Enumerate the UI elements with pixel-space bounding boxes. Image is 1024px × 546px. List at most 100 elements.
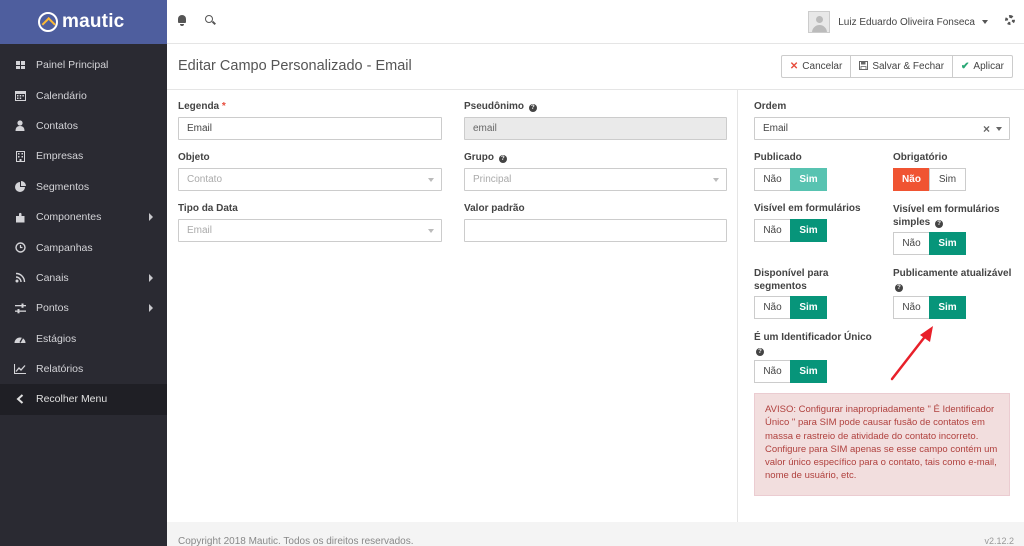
disponivel-segmentos-no[interactable]: Não (754, 296, 791, 319)
sidebar-item-estagios[interactable]: Estágios (0, 324, 167, 354)
gear-icon[interactable] (1005, 15, 1015, 25)
line-chart-icon (14, 363, 26, 375)
user-menu[interactable]: Luiz Eduardo Oliveira Fonseca (808, 11, 988, 33)
disponivel-segmentos-yes[interactable]: Sim (790, 296, 827, 319)
pseudonimo-label: Pseudônimo ? (464, 101, 537, 112)
sliders-icon (14, 302, 26, 314)
pseudonimo-value: email (473, 123, 497, 134)
sidebar-item-calendario[interactable]: Calendário (0, 80, 167, 110)
legenda-input[interactable]: Email (178, 117, 442, 140)
help-icon[interactable]: ? (528, 104, 537, 112)
help-icon[interactable]: ? (895, 284, 903, 292)
apply-button-label: Aplicar (973, 61, 1004, 72)
sidebar-nav: Painel Principal Calendário Contatos Emp… (0, 44, 167, 415)
visivel-formularios-simples-yes[interactable]: Sim (929, 232, 966, 255)
visivel-formularios-simples-label-text: Visível em formulários simples (893, 204, 1000, 228)
pseudonimo-label-text: Pseudônimo (464, 101, 525, 112)
caret-down-icon (982, 20, 988, 24)
help-icon[interactable]: ? (935, 220, 944, 228)
visivel-formularios-label: Visível em formulários (754, 203, 861, 214)
publicado-no[interactable]: Não (754, 168, 791, 191)
obrigatorio-yes[interactable]: Sim (929, 168, 966, 191)
sidebar-item-painel-principal[interactable]: Painel Principal (0, 50, 167, 80)
chevron-left-icon (14, 393, 26, 405)
sidebar-item-label: Contatos (36, 119, 79, 132)
sidebar-item-canais[interactable]: Canais (0, 263, 167, 293)
user-name: Luiz Eduardo Oliveira Fonseca (838, 16, 975, 28)
grupo-label: Grupo ? (464, 152, 507, 163)
sidebar-item-label: Estágios (36, 332, 77, 345)
close-icon: ✕ (789, 61, 799, 72)
sidebar-item-campanhas[interactable]: Campanhas (0, 232, 167, 262)
sidebar-item-componentes[interactable]: Componentes (0, 202, 167, 232)
sidebar-item-relatorios[interactable]: Relatórios (0, 354, 167, 384)
sidebar-item-label: Componentes (36, 211, 102, 224)
chevron-right-icon (149, 273, 153, 282)
objeto-label-text: Objeto (178, 152, 210, 163)
required-mark: * (221, 101, 226, 112)
visivel-formularios-yes[interactable]: Sim (790, 219, 827, 242)
cancel-button-label: Cancelar (802, 61, 843, 72)
publicado-yes[interactable]: Sim (790, 168, 827, 191)
mautic-logo-icon (38, 12, 58, 32)
disponivel-segmentos-label-text: Disponível para segmentos (754, 268, 829, 292)
disponivel-segmentos-label: Disponível para segmentos (754, 267, 844, 293)
publicado-label: Publicado (754, 152, 802, 163)
caret-down-icon (428, 178, 434, 182)
ordem-select[interactable]: Email × (754, 117, 1010, 140)
publicado-label-text: Publicado (754, 152, 802, 163)
clear-icon[interactable]: × (983, 122, 990, 136)
caret-down-icon (428, 229, 434, 233)
visivel-formularios-no[interactable]: Não (754, 219, 791, 242)
sidebar-item-label: Calendário (36, 89, 87, 102)
objeto-value: Contato (187, 174, 223, 185)
ordem-label: Ordem (754, 101, 786, 112)
avatar (808, 11, 831, 33)
tachometer-icon (14, 333, 26, 345)
toolbar: ✕ Cancelar Salvar & Fechar ✔ Aplicar (780, 55, 1013, 78)
disponivel-segmentos-toggle: Não Sim (754, 296, 827, 319)
puzzle-icon (14, 211, 26, 223)
search-icon[interactable] (205, 15, 215, 25)
notifications-bell-icon[interactable] (177, 15, 187, 26)
unique-identifier-warning: AVISO: Configurar inapropriadamente " É … (754, 393, 1010, 496)
visivel-formularios-simples-no[interactable]: Não (893, 232, 930, 255)
check-icon: ✔ (961, 61, 970, 72)
sidebar-item-label: Painel Principal (36, 59, 109, 72)
pseudonimo-input: email (464, 117, 727, 140)
publicamente-atualizavel-no[interactable]: Não (893, 296, 930, 319)
legenda-label: Legenda * (178, 101, 226, 112)
top-navbar: Luiz Eduardo Oliveira Fonseca (167, 0, 1024, 44)
publicamente-atualizavel-label-text: Publicamente atualizável (893, 268, 1012, 279)
help-icon[interactable]: ? (498, 155, 507, 163)
page-title: Editar Campo Personalizado - Email (178, 58, 412, 74)
sidebar-item-segmentos[interactable]: Segmentos (0, 172, 167, 202)
obrigatorio-label-text: Obrigatório (893, 152, 948, 163)
obrigatorio-no[interactable]: Não (893, 168, 930, 191)
apply-button[interactable]: ✔ Aplicar (952, 55, 1013, 78)
brand-name: mautic (62, 11, 125, 32)
save-close-button[interactable]: Salvar & Fechar (850, 55, 954, 78)
sidebar-item-empresas[interactable]: Empresas (0, 141, 167, 171)
cancel-button[interactable]: ✕ Cancelar (780, 55, 852, 78)
identificador-unico-no[interactable]: Não (754, 360, 791, 383)
identificador-unico-toggle: Não Sim (754, 360, 827, 383)
valor-padrao-label-text: Valor padrão (464, 203, 525, 214)
publicamente-atualizavel-yes[interactable]: Sim (929, 296, 966, 319)
copyright-text: Copyright 2018 Mautic. Todos os direitos… (178, 536, 414, 546)
sidebar-item-recolher-menu[interactable]: Recolher Menu (0, 384, 167, 415)
brand[interactable]: mautic (0, 0, 167, 44)
field-options-panel: Ordem Email × Publicado Não Sim Obrigató… (737, 90, 1024, 522)
valor-padrao-input[interactable] (464, 219, 727, 242)
identificador-unico-yes[interactable]: Sim (790, 360, 827, 383)
sidebar-item-pontos[interactable]: Pontos (0, 293, 167, 323)
sidebar-item-label: Canais (36, 271, 69, 284)
save-close-button-label: Salvar & Fechar (872, 61, 945, 72)
sidebar-item-contatos[interactable]: Contatos (0, 111, 167, 141)
tipo-data-label: Tipo da Data (178, 203, 238, 214)
publicado-toggle: Não Sim (754, 168, 827, 191)
visivel-formularios-simples-label: Visível em formulários simples ? (893, 203, 1011, 229)
help-icon[interactable]: ? (756, 348, 764, 356)
visivel-formularios-simples-toggle: Não Sim (893, 232, 966, 255)
identificador-unico-label: É um Identificador Único ? (754, 331, 879, 357)
